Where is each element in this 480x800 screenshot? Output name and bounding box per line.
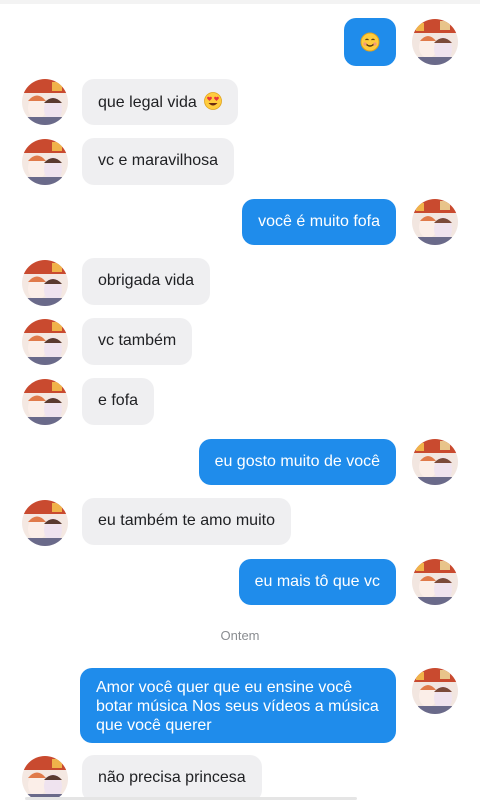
avatar[interactable]	[412, 559, 458, 605]
message-text: não precisa princesa	[98, 769, 246, 786]
message-text: vc também	[98, 332, 177, 349]
avatar[interactable]	[412, 19, 458, 65]
message-text: e fofa	[98, 392, 139, 409]
message-bubble[interactable]: e fofa	[82, 378, 155, 425]
avatar[interactable]	[22, 79, 68, 125]
message-text: eu gosto muito de você	[214, 453, 380, 470]
message-text: eu também te amo muito	[98, 512, 275, 529]
avatar[interactable]	[22, 756, 68, 800]
avatar[interactable]	[412, 199, 458, 245]
avatar[interactable]	[412, 439, 458, 485]
message-bubble[interactable]: eu mais tô que vc	[238, 559, 396, 605]
message-bubble[interactable]: vc também	[82, 318, 193, 365]
message-bubble[interactable]: obrigada vida	[82, 258, 211, 305]
avatar[interactable]	[22, 379, 68, 425]
avatar[interactable]	[22, 139, 68, 185]
message-text: que legal vida	[98, 94, 197, 111]
message-text: obrigada vida	[98, 272, 195, 289]
message-bubble[interactable]: Amor você quer que eu ensine você botar …	[80, 668, 396, 743]
date-divider: Ontem	[220, 628, 260, 643]
message-text: você é muito fofa	[258, 213, 380, 230]
message-text: vc e maravilhosa	[98, 152, 219, 169]
status-bar-edge	[0, 0, 480, 4]
avatar[interactable]	[412, 668, 458, 714]
message-bubble[interactable]: não precisa princesa	[82, 755, 262, 800]
heart-eyes-icon	[204, 92, 223, 110]
smiling-face-icon	[360, 32, 380, 52]
message-text: Amor você quer que eu ensine você botar …	[96, 679, 379, 734]
message-bubble[interactable]: eu também te amo muito	[82, 498, 291, 545]
avatar[interactable]	[22, 500, 68, 546]
message-bubble[interactable]	[344, 18, 396, 66]
message-bubble[interactable]: você é muito fofa	[242, 199, 396, 245]
avatar[interactable]	[22, 260, 68, 306]
message-bubble[interactable]: vc e maravilhosa	[82, 138, 235, 185]
message-text: eu mais tô que vc	[254, 573, 380, 590]
chat-screen: que legal vida vc e maravilhosa você é m…	[0, 0, 480, 800]
message-bubble[interactable]: que legal vida	[82, 79, 239, 125]
avatar[interactable]	[22, 319, 68, 365]
message-bubble[interactable]: eu gosto muito de você	[198, 439, 396, 485]
